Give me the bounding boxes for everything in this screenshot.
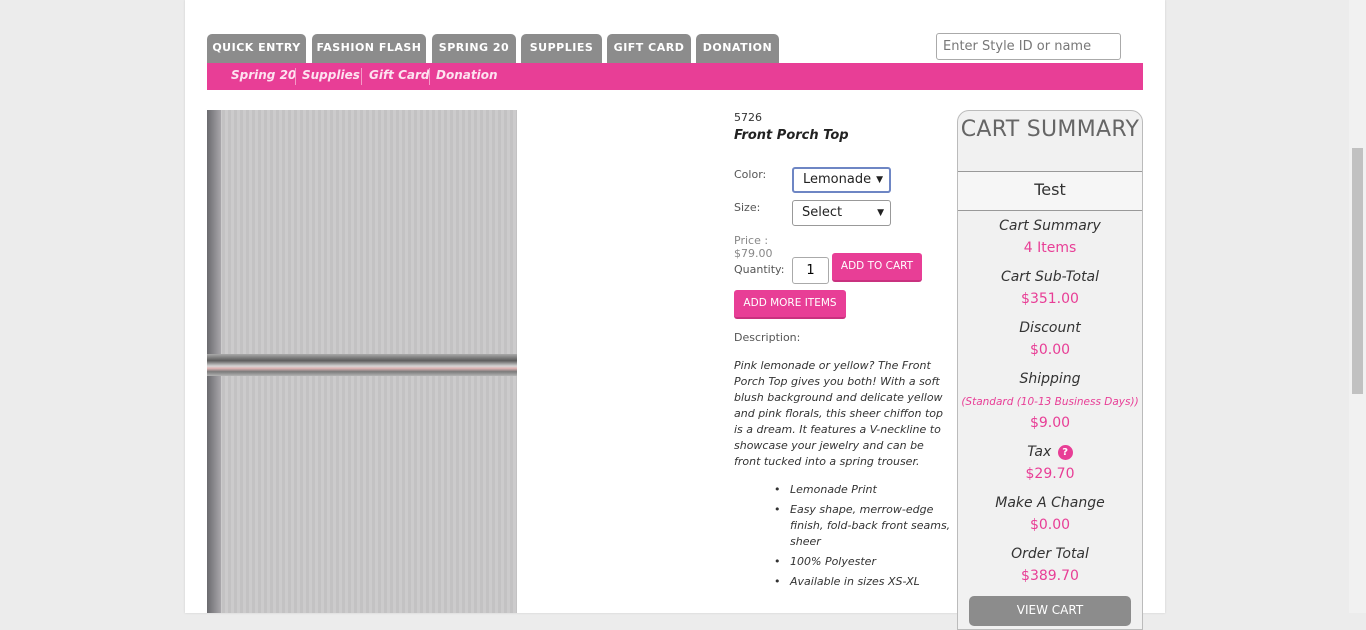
tax-value: $29.70 [1025, 466, 1075, 482]
product-price: Price : $79.00 [734, 234, 773, 260]
sub-navigation: Spring 20 Supplies Gift Card Donation [207, 63, 1143, 90]
description-label: Description: [734, 331, 801, 344]
view-cart-button[interactable]: VIEW CART [969, 596, 1131, 626]
cart-summary-panel: CART SUMMARY Test Cart Summary 4 Items C… [957, 110, 1143, 630]
tax-row: Tax ? [958, 444, 1142, 460]
dropdown-arrow-icon: ▼ [876, 175, 883, 185]
tax-label: Tax [1027, 444, 1052, 460]
tab-quick-entry[interactable]: QUICK ENTRY [207, 34, 306, 63]
list-item: Lemonade Print [774, 482, 954, 498]
subnav-divider [429, 68, 430, 85]
list-item: Available in sizes XS-XL [774, 574, 954, 590]
tab-donation[interactable]: DONATION [696, 34, 779, 63]
subnav-spring-20[interactable]: Spring 20 [231, 63, 296, 90]
subtotal-value: $351.00 [1021, 291, 1079, 307]
discount-label: Discount [1019, 320, 1081, 336]
add-more-items-button[interactable]: ADD MORE ITEMS [734, 290, 846, 319]
tab-gift-card[interactable]: GIFT CARD [607, 34, 691, 63]
size-label: Size: [734, 201, 761, 214]
subnav-divider [295, 68, 296, 85]
product-sku: 5726 [734, 111, 762, 124]
subnav-divider [361, 68, 362, 85]
tab-spring-20[interactable]: SPRING 20 [432, 34, 516, 63]
color-select-value: Lemonade [803, 172, 872, 187]
make-change-label: Make A Change [995, 495, 1105, 511]
add-to-cart-button[interactable]: ADD TO CART [832, 253, 922, 282]
order-total-label: Order Total [1011, 546, 1089, 562]
tab-fashion-flash[interactable]: FASHION FLASH [312, 34, 426, 63]
make-change-value: $0.00 [1029, 517, 1071, 533]
cart-item-count: 4 Items [1023, 240, 1077, 256]
product-name: Front Porch Top [734, 128, 849, 143]
style-search-input[interactable] [936, 33, 1121, 60]
scrollbar-thumb[interactable] [1352, 148, 1363, 394]
quantity-input[interactable]: 1 [792, 257, 829, 284]
subtotal-label: Cart Sub-Total [1000, 269, 1100, 285]
discount-value: $0.00 [1029, 342, 1071, 358]
shipping-value: $9.00 [1029, 415, 1071, 431]
list-item: Easy shape, merrow-edge finish, fold-bac… [774, 502, 954, 550]
feature-list: Lemonade Print Easy shape, merrow-edge f… [774, 482, 954, 594]
product-description: Pink lemonade or yellow? The Front Porch… [734, 359, 944, 468]
subnav-donation[interactable]: Donation [436, 63, 497, 90]
size-select[interactable]: Select ▼ [792, 200, 891, 226]
cart-summary-title: CART SUMMARY [960, 117, 1140, 142]
help-icon[interactable]: ? [1057, 444, 1073, 460]
subnav-supplies[interactable]: Supplies [302, 63, 360, 90]
tab-supplies[interactable]: SUPPLIES [521, 34, 602, 63]
shipping-label: Shipping [1019, 371, 1081, 387]
color-select[interactable]: Lemonade ▼ [792, 167, 891, 193]
quantity-label: Quantity: [734, 263, 785, 276]
scrollbar[interactable] [1349, 0, 1366, 613]
subnav-gift-card[interactable]: Gift Card [369, 63, 430, 90]
dropdown-arrow-icon: ▼ [877, 208, 884, 218]
order-total-value: $389.70 [1021, 568, 1079, 584]
cart-summary-label: Cart Summary [999, 218, 1101, 234]
cart-name: Test [958, 171, 1142, 211]
shipping-method: (Standard (10-13 Business Days)) [961, 396, 1139, 408]
size-select-value: Select [802, 205, 843, 220]
page-container: QUICK ENTRY FASHION FLASH SPRING 20 SUPP… [185, 0, 1165, 630]
list-item: 100% Polyester [774, 554, 954, 570]
product-image[interactable] [207, 110, 517, 613]
color-label: Color: [734, 168, 767, 181]
